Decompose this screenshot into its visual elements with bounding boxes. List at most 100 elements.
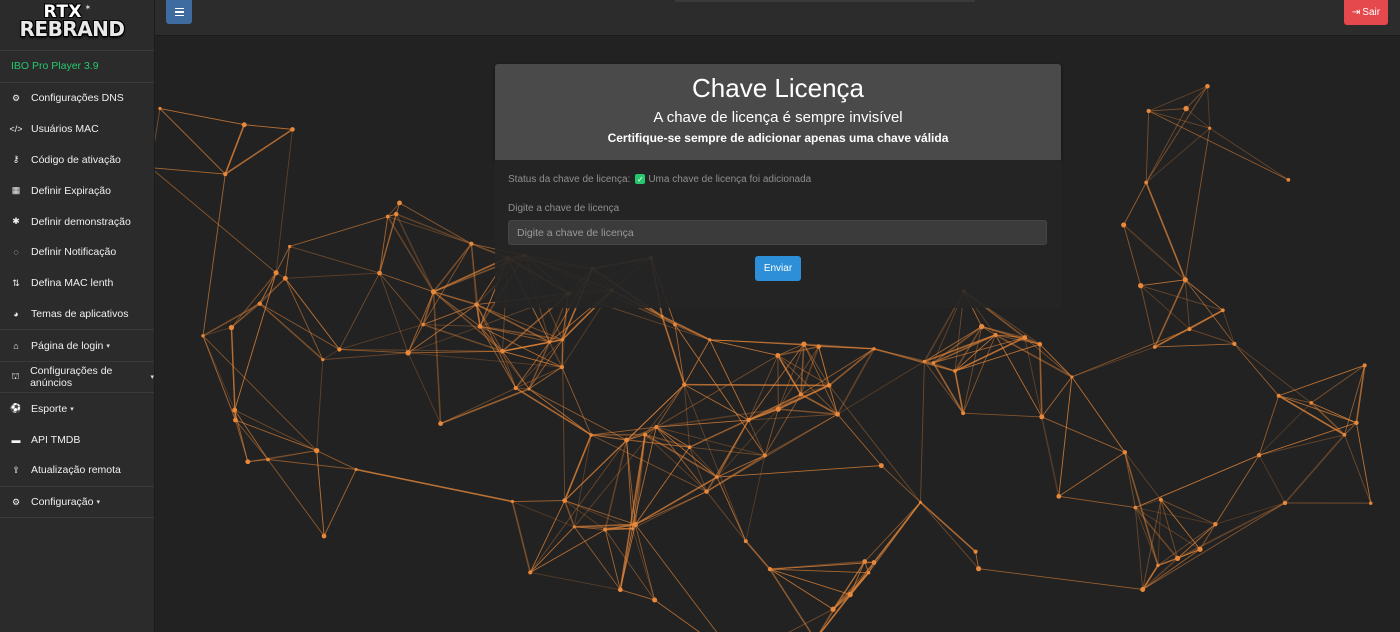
network-line <box>1140 285 1156 348</box>
sidebar-item[interactable]: ◌ Definir Notificação <box>0 237 154 268</box>
network-line <box>259 303 324 361</box>
network-line <box>836 348 875 415</box>
network-line <box>644 384 685 435</box>
sidebar-item-label: Configurações DNS <box>31 92 124 105</box>
sidebar-item[interactable]: ⚷ Código de ativação <box>0 145 154 176</box>
network-line <box>832 562 875 610</box>
network-node <box>233 417 238 423</box>
network-line <box>769 568 851 596</box>
license-status: Status da chave de licença: ✓ Uma chave … <box>508 172 1048 186</box>
network-node <box>1187 327 1192 332</box>
network-line <box>1222 310 1235 345</box>
network-line <box>800 348 875 395</box>
network-line <box>408 350 503 354</box>
card-subtitle: A chave de licença é sempre invisível <box>653 109 903 126</box>
sidebar-item[interactable]: ⇅ Defina MAC lenth <box>0 268 154 299</box>
sidebar-item-label: Esporte <box>31 402 68 415</box>
network-line <box>619 524 636 590</box>
network-node <box>767 566 773 572</box>
network-node <box>801 341 807 347</box>
network-node <box>1183 105 1189 112</box>
sidebar-item[interactable]: ⌂ Página de login ▾ <box>0 330 154 362</box>
calendar-icon: ▦ <box>11 185 21 196</box>
network-line <box>1154 328 1190 348</box>
network-node <box>652 597 658 603</box>
network-line <box>828 385 921 503</box>
network-line <box>512 501 575 528</box>
network-line <box>978 568 1143 590</box>
sidebar-item[interactable]: ⚽ Esporte ▾ <box>0 393 154 424</box>
network-line <box>512 500 565 503</box>
sidebar-item[interactable]: ⚙ Configuração ▾ <box>0 487 154 519</box>
network-line <box>1278 364 1365 397</box>
sort-icon: ⇅ <box>12 277 20 288</box>
network-line <box>202 335 318 451</box>
network-node <box>743 539 748 544</box>
sidebar-item[interactable]: ✱ Definir demonstração <box>0 206 154 237</box>
soccer-ball-icon: ⚽ <box>10 403 22 414</box>
sidebar-item[interactable]: ⇪ Atualização remota <box>0 455 154 486</box>
network-line <box>155 108 161 143</box>
network-line <box>316 450 357 470</box>
menu-toggle-button[interactable] <box>166 0 192 24</box>
network-line <box>1284 434 1346 504</box>
network-line <box>1160 499 1201 550</box>
network-node <box>673 322 677 327</box>
network-node <box>922 359 927 364</box>
network-node <box>1232 341 1237 347</box>
network-node <box>469 241 474 246</box>
network-line <box>244 124 293 130</box>
sidebar-item[interactable]: ⛫ Configurações de anúncios ▾ <box>0 362 154 394</box>
network-node <box>631 527 635 531</box>
network-node <box>775 406 781 412</box>
network-line <box>563 434 592 501</box>
network-line <box>224 128 293 175</box>
network-node <box>547 340 552 344</box>
network-line <box>1258 434 1345 456</box>
sidebar-nav: ⚙ Configurações DNS </> Usuários MAC ⚷ Código… <box>0 83 154 519</box>
network-line <box>1189 309 1224 330</box>
network-node <box>321 533 327 539</box>
upload-icon: ⇪ <box>12 464 20 475</box>
logo-wordmark: RTX ✶ REBRAND <box>10 2 126 48</box>
license-key-label: Digite a chave de licença <box>508 203 620 214</box>
network-node <box>562 498 568 504</box>
network-line <box>387 216 472 245</box>
network-line <box>1184 279 1235 345</box>
sidebar-item[interactable]: ◕ Temas de aplicativos <box>0 299 154 330</box>
sidebar-item-label: Definir Notificação <box>31 246 117 259</box>
network-node <box>354 467 358 472</box>
network-node <box>438 421 443 426</box>
sidebar-item[interactable]: ▬ API TMDB <box>0 424 154 455</box>
network-node <box>1309 401 1314 405</box>
sidebar-item[interactable]: ⚙ Configurações DNS <box>0 83 154 114</box>
logout-button[interactable]: ⇥ Sair <box>1344 0 1388 25</box>
network-line <box>155 170 277 274</box>
network-line <box>267 450 317 460</box>
network-node <box>477 324 483 329</box>
code-icon: </> <box>9 124 23 135</box>
network-node <box>1144 180 1149 185</box>
network-node <box>1342 433 1347 437</box>
sidebar-item[interactable]: </> Usuários MAC <box>0 114 154 145</box>
network-node <box>257 301 262 306</box>
network-node <box>1369 501 1373 505</box>
license-key-input[interactable] <box>508 220 1047 245</box>
network-node <box>704 489 709 494</box>
network-node <box>589 433 593 437</box>
network-line <box>1234 343 1279 397</box>
sidebar-item-label: Página de login <box>31 339 104 352</box>
sidebar-item[interactable]: ▦ Definir Expiração <box>0 175 154 206</box>
submit-button[interactable]: Enviar <box>755 256 801 281</box>
network-line <box>564 439 628 502</box>
network-node <box>421 322 425 327</box>
network-node <box>377 270 382 276</box>
network-node <box>393 211 399 217</box>
network-line <box>1184 128 1211 280</box>
brand-logo[interactable]: RTX ✶ REBRAND <box>0 0 154 51</box>
network-line <box>1038 344 1043 417</box>
network-node <box>816 344 821 349</box>
network-line <box>619 434 646 590</box>
network-line <box>1184 279 1224 311</box>
network-line <box>323 469 357 537</box>
